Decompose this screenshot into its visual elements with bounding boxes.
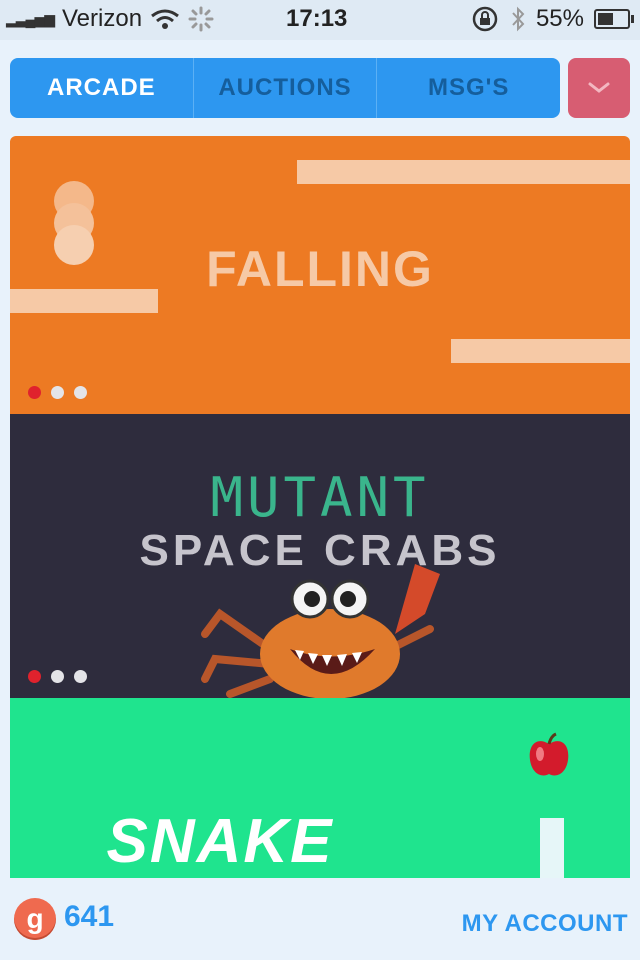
chevron-down-icon bbox=[588, 82, 610, 93]
carousel-dot[interactable] bbox=[51, 670, 64, 683]
clock: 17:13 bbox=[286, 5, 348, 32]
status-bar: ▂▃▄▅▆ Verizon 17:13 55% bbox=[0, 0, 640, 40]
game-title: SNAKE bbox=[106, 807, 334, 876]
crab-illustration bbox=[201, 564, 440, 698]
carousel-dot[interactable] bbox=[51, 386, 64, 399]
carousel-dots bbox=[28, 670, 87, 683]
game-title: FALLING bbox=[206, 241, 434, 297]
battery-icon bbox=[594, 9, 634, 29]
main-nav: ARCADE AUCTIONS MSG'S bbox=[10, 58, 560, 118]
bluetooth-icon bbox=[512, 6, 525, 32]
battery-percent: 55% bbox=[535, 5, 584, 32]
falling-platform bbox=[451, 339, 630, 363]
loading-spinner-icon bbox=[188, 6, 214, 32]
battery-fill bbox=[598, 13, 614, 25]
tab-auctions[interactable]: AUCTIONS bbox=[194, 58, 378, 118]
game-card-falling[interactable]: FALLING bbox=[10, 136, 630, 414]
carousel-dot[interactable] bbox=[28, 386, 41, 399]
signal-strength-icon: ▂▃▄▅▆ bbox=[6, 10, 55, 27]
tab-arcade[interactable]: ARCADE bbox=[10, 58, 194, 118]
wifi-icon bbox=[151, 9, 179, 29]
coin-icon: g bbox=[14, 898, 56, 940]
carousel-dot[interactable] bbox=[74, 670, 87, 683]
game-card-mutant-space-crabs[interactable]: MUTANT SPACE CRABS bbox=[10, 414, 630, 698]
apple-icon bbox=[529, 732, 569, 776]
carousel-dots bbox=[28, 386, 87, 399]
coin-balance: 641 bbox=[64, 900, 115, 933]
carrier-name: Verizon bbox=[62, 5, 143, 32]
falling-platform bbox=[297, 160, 630, 184]
tab-messages[interactable]: MSG'S bbox=[377, 58, 560, 118]
my-account-link[interactable]: MY ACCOUNT bbox=[462, 910, 628, 938]
game-card-snake[interactable]: SNAKE bbox=[10, 698, 630, 900]
game-title-line1: MUTANT bbox=[210, 466, 430, 529]
carousel-dot[interactable] bbox=[74, 386, 87, 399]
bottom-bar-notch bbox=[206, 878, 236, 900]
carousel-dot[interactable] bbox=[28, 670, 41, 683]
rotation-lock-icon bbox=[472, 6, 498, 32]
menu-dropdown-button[interactable] bbox=[568, 58, 630, 118]
